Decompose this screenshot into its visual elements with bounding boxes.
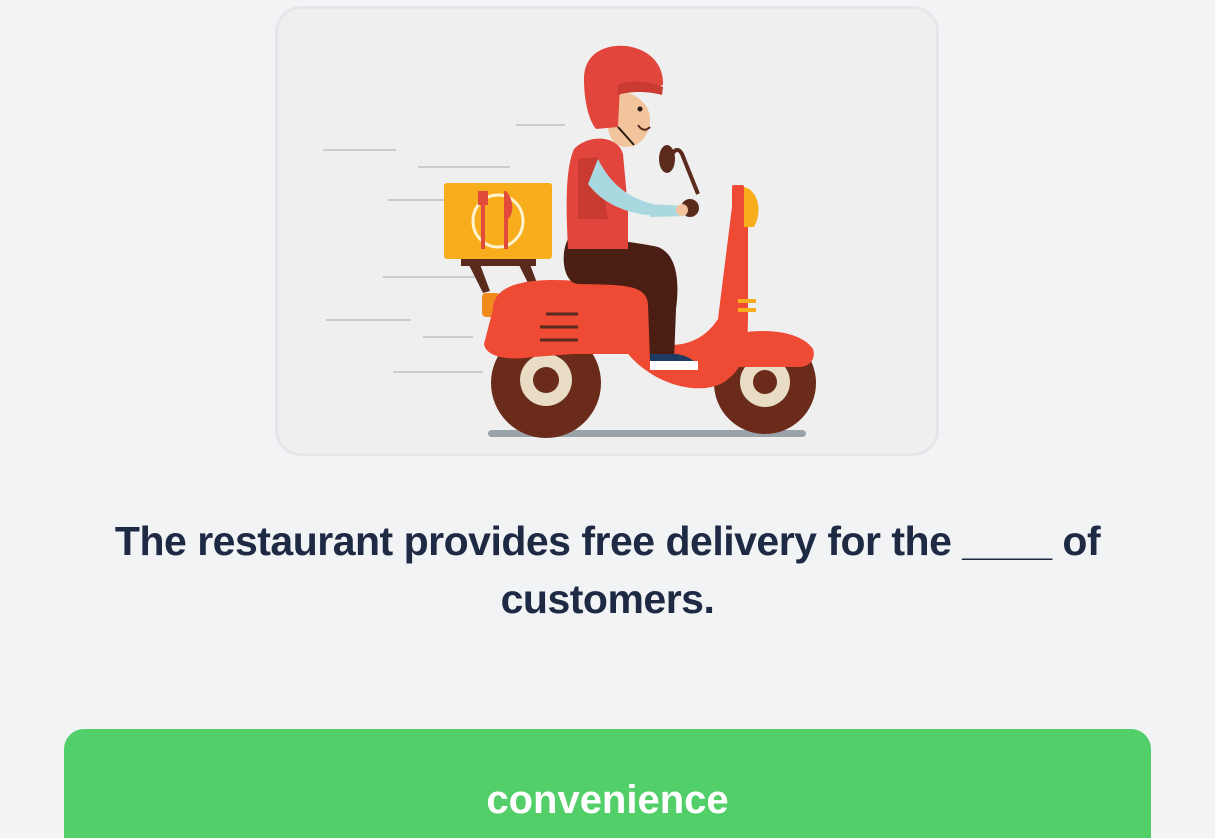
question-illustration-card xyxy=(275,6,939,456)
delivery-scooter-illustration xyxy=(323,45,816,438)
answer-option-convenience[interactable]: convenience xyxy=(64,729,1151,838)
answer-option-label: convenience xyxy=(486,778,729,822)
question-text: The restaurant provides free delivery fo… xyxy=(114,518,1101,622)
quiz-page: The restaurant provides free delivery fo… xyxy=(0,0,1215,838)
